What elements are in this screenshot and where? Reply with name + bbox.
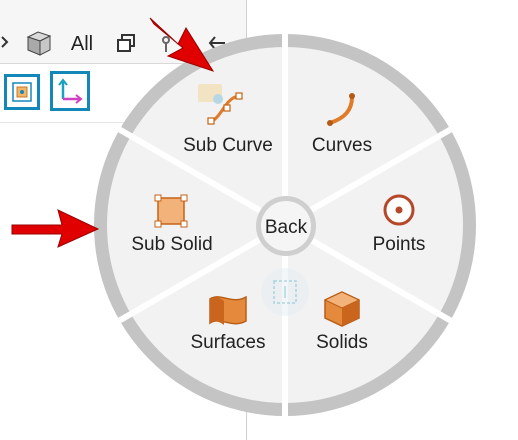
- surfaces-icon: [209, 295, 247, 325]
- points-icon: [383, 194, 415, 226]
- solids-icon: [323, 291, 361, 327]
- pie-menu: Sub Curve Curves Points Solids Surfaces: [11, 17, 476, 420]
- folder-icon: [198, 84, 223, 104]
- center-hint-icon: [261, 268, 309, 316]
- red-arrow-icon: [149, 17, 215, 72]
- sub-solid-label: Sub Solid: [131, 234, 212, 255]
- back-button[interactable]: Back: [256, 196, 316, 256]
- curves-label: Curves: [312, 135, 372, 156]
- sub-solid-icon: [154, 194, 188, 228]
- points-label: Points: [373, 234, 426, 255]
- red-arrow-icon: [11, 209, 100, 248]
- sub-curve-label: Sub Curve: [183, 135, 273, 156]
- solids-label: Solids: [316, 332, 368, 353]
- back-label: Back: [265, 217, 308, 238]
- surfaces-label: Surfaces: [191, 332, 266, 353]
